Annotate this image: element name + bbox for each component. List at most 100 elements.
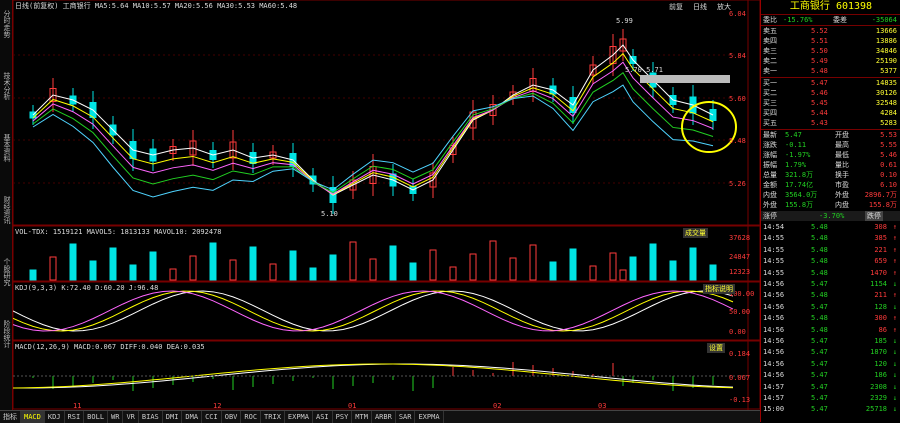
volume-bar	[689, 247, 697, 281]
tab-12[interactable]: ROC	[241, 411, 262, 423]
volume-bar	[69, 243, 77, 281]
volume-bar	[529, 244, 537, 281]
quote-row: 最新 5.47 开盘 5.53	[763, 131, 897, 139]
tick-row: 14:56 5.48 86 ↑	[763, 325, 897, 334]
tick-row: 14:56 5.47 1870 ↓	[763, 348, 897, 357]
volume-bar	[149, 251, 157, 281]
indicator-tabs: 指标 MACD KDJ RSI BOLL WR VR BIAS DMI DMA CCI OBV ROC T…	[0, 410, 760, 423]
tab-13[interactable]: TRIX	[261, 411, 285, 423]
tick-row: 14:56 5.48 300 ↑	[763, 314, 897, 323]
volume-bar	[449, 266, 457, 281]
volume-header: VOL-TDX: 1519121 MAVOL5: 1813133 MAVOL10…	[15, 228, 222, 236]
volume-badge[interactable]: 成交量	[683, 228, 708, 238]
tick-row: 14:56 5.47 185 ↓	[763, 337, 897, 345]
tab-5[interactable]: WR	[108, 411, 124, 423]
tab-8[interactable]: DMI	[163, 411, 183, 423]
macd-header: MACD(12,26,9) MACD:0.067 DIFF:0.040 DEA:…	[15, 343, 205, 351]
kdj-axis-2: 50.00	[729, 308, 751, 316]
tab-0[interactable]: 指标	[0, 411, 21, 423]
tick-row: 14:56 5.47 128 ↓	[763, 302, 897, 311]
volume-bar	[609, 252, 617, 281]
btn-zoom[interactable]: 放大	[717, 2, 731, 12]
tick-row: 14:55 5.48 659 ↑	[763, 257, 897, 266]
tab-20[interactable]: EXPMA	[415, 411, 444, 423]
buy-level-1: 买一 5.47 14835	[763, 79, 897, 87]
tab-19[interactable]: SAR	[396, 411, 416, 423]
tab-6[interactable]: VR	[123, 411, 139, 423]
quote-row: 金额 17.74亿 市盈 6.10	[763, 181, 897, 189]
buy-level-3: 买三 5.45 32548	[763, 99, 897, 107]
tab-10[interactable]: CCI	[202, 411, 222, 423]
price-label-5: 5.26	[729, 180, 746, 188]
volume-bar	[549, 261, 557, 281]
tool-profile[interactable]: 基本资料	[1, 134, 11, 162]
tool-intraday[interactable]: 分时走势	[1, 10, 11, 38]
volume-bar	[389, 245, 397, 281]
chart-area[interactable]: 日线(前复权) 工商银行 MA5:5.64 MA10:5.57 MA20:5.5…	[12, 0, 761, 410]
macd-badge[interactable]: 设置	[707, 343, 725, 353]
volume-bar	[589, 265, 597, 281]
tick-row: 14:54 5.48 308 ↑	[763, 223, 897, 231]
volume-bar	[669, 260, 677, 281]
quote-row: 外盘 155.8万 内盘 155.8万	[763, 201, 897, 209]
btn-adjust[interactable]: 前复	[669, 2, 683, 12]
tick-row: 14:56 5.48 211 ↑	[763, 291, 897, 300]
tab-2[interactable]: KDJ	[45, 411, 65, 423]
high-marker: 5.99	[616, 17, 633, 25]
volume-bar	[309, 267, 317, 281]
quote-row: 总量 321.8万 换手 0.10	[763, 171, 897, 179]
tick-row: 14:57 5.47 2308 ↓	[763, 382, 897, 391]
volume-bar	[709, 264, 717, 281]
tab-9[interactable]: DMA	[182, 411, 203, 423]
tool-news[interactable]: 财经资讯	[1, 196, 11, 224]
btn-daily[interactable]: 日线	[693, 2, 707, 12]
sell-level-1: 卖一 5.48 5377	[763, 67, 897, 75]
volume-bar	[209, 242, 217, 281]
tab-4[interactable]: BOLL	[84, 411, 109, 423]
volume-bar	[409, 262, 417, 281]
price-label-1: 6.04	[729, 10, 746, 18]
x-label-1: 11	[73, 402, 82, 410]
tab-3[interactable]: RSI	[65, 411, 85, 423]
kdj-line-1	[12, 290, 734, 332]
volume-bar	[369, 258, 377, 281]
tab-17[interactable]: MTM	[352, 411, 372, 423]
tab-11[interactable]: OBV	[222, 411, 242, 423]
sell-level-4: 卖四 5.51 13886	[763, 37, 897, 45]
sell-level-5: 卖五 5.52 13666	[763, 27, 897, 35]
price-panel-border	[12, 0, 761, 226]
tick-row: 15:00 5.47 25718 ↓	[763, 405, 897, 414]
x-label-3: 01	[348, 402, 357, 410]
volume-bar	[329, 254, 337, 281]
ticks-header: 涨停 -3.70% 跌停	[761, 211, 900, 221]
tab-16[interactable]: PSY	[333, 411, 353, 423]
price-label-3: 5.60	[729, 95, 746, 103]
price-label-4: 5.48	[729, 137, 746, 145]
stock-title: 工商银行 601398	[789, 1, 873, 12]
tick-row: 14:55 5.48 221 ↑	[763, 245, 897, 254]
tool-research[interactable]: 个股研究	[1, 258, 11, 286]
x-label-4: 02	[493, 402, 502, 410]
tab-15[interactable]: ASI	[313, 411, 333, 423]
vol-axis-2: 24847	[729, 253, 751, 261]
kdj-badge[interactable]: 指标说明	[703, 284, 735, 294]
volume-bar	[489, 240, 497, 281]
macd-axis-1: 0.184	[729, 350, 751, 358]
volume-bar	[189, 255, 197, 281]
macd-axis-3: -0.13	[729, 396, 751, 404]
tab-14[interactable]: EXPMA	[285, 411, 313, 423]
tool-technical[interactable]: 技术分析	[1, 72, 11, 100]
order-ratio-row: 委比 -15.76% 委差 -35064	[763, 16, 897, 24]
volume-bar	[249, 246, 257, 281]
macd-axis-2: 0.067	[729, 374, 751, 382]
tab-7[interactable]: BIAS	[139, 411, 163, 423]
tab-18[interactable]: ARBR	[372, 411, 396, 423]
volume-bar	[469, 253, 477, 281]
tick-row: 14:57 5.47 2329 ↓	[763, 394, 897, 402]
buy-level-4: 买四 5.44 4284	[763, 109, 897, 117]
tick-row: 14:55 5.48 1470 ↑	[763, 268, 897, 277]
volume-bar	[229, 259, 237, 281]
volume-bar	[269, 263, 277, 281]
tool-stats[interactable]: 阶段统计	[1, 320, 11, 348]
tab-1[interactable]: MACD	[21, 411, 45, 423]
